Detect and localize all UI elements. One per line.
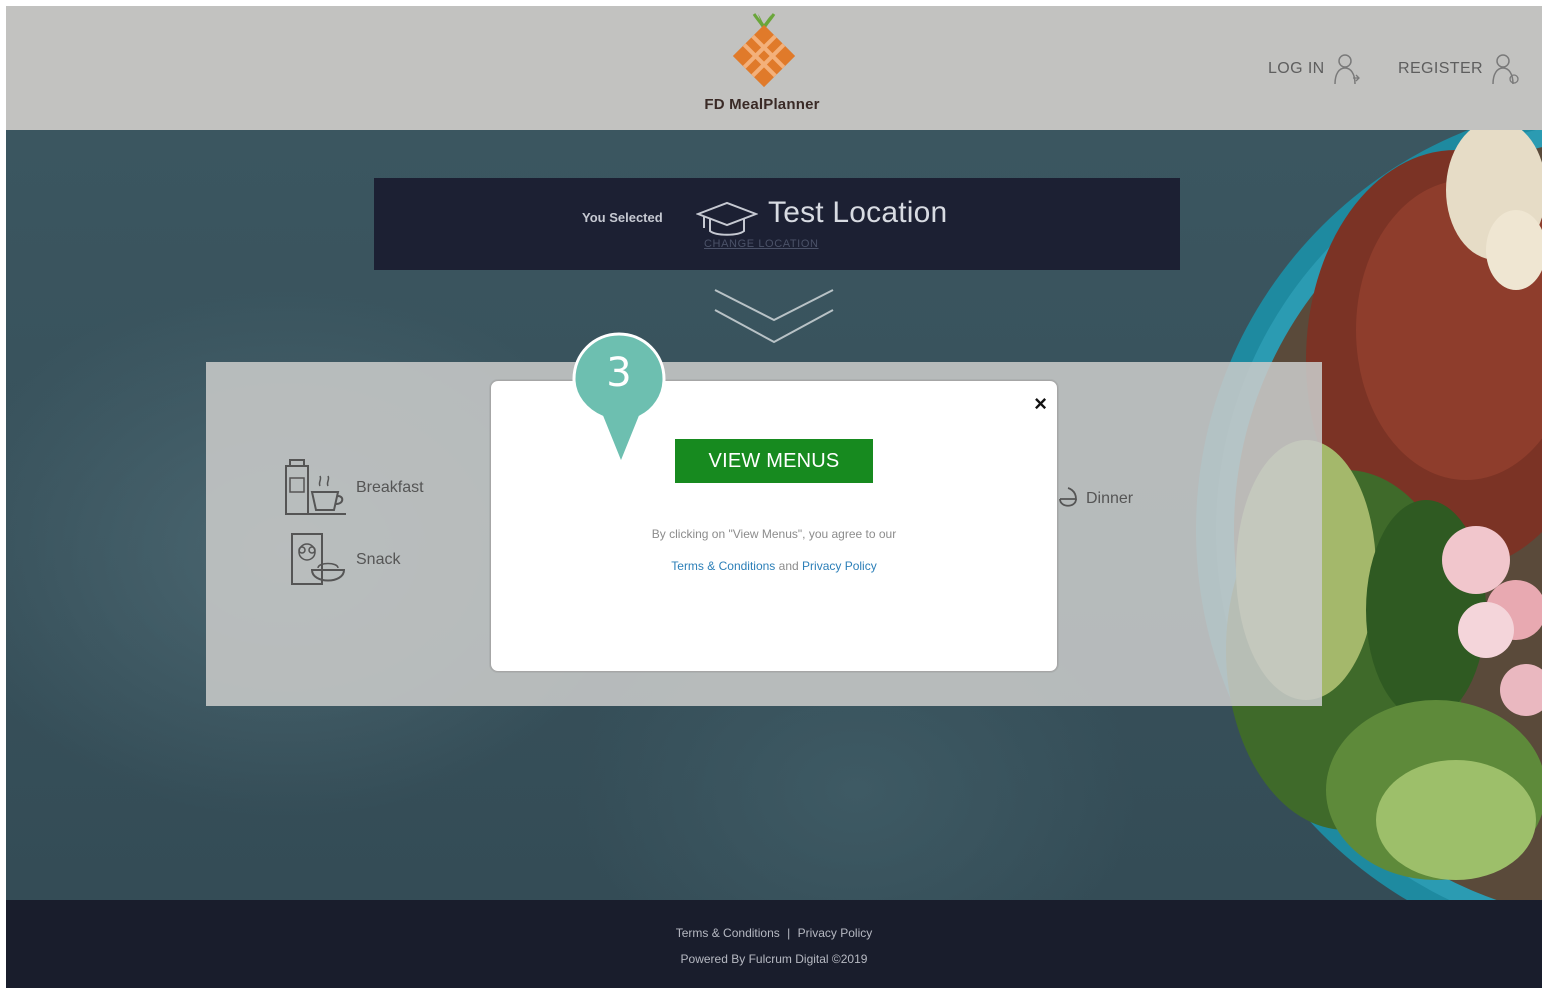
logo-icon xyxy=(732,13,796,88)
register-link[interactable]: REGISTER xyxy=(1398,52,1519,86)
modal-terms-link[interactable]: Terms & Conditions xyxy=(671,559,775,573)
dinner-icon xyxy=(1059,487,1077,507)
login-label: LOG IN xyxy=(1268,60,1325,77)
breakfast-icon xyxy=(285,459,346,515)
site-footer: Terms & Conditions | Privacy Policy Powe… xyxy=(6,900,1542,988)
change-location-link[interactable]: CHANGE LOCATION xyxy=(704,238,819,250)
location-name: Test Location xyxy=(768,196,948,229)
modal-privacy-link[interactable]: Privacy Policy xyxy=(802,559,877,573)
step-marker: 3 xyxy=(568,330,670,476)
agreement-text: By clicking on "View Menus", you agree t… xyxy=(651,527,897,541)
meal-label-breakfast: Breakfast xyxy=(356,479,424,496)
double-chevron-down-icon xyxy=(714,289,834,344)
footer-privacy-link[interactable]: Privacy Policy xyxy=(798,926,873,940)
footer-terms-link[interactable]: Terms & Conditions xyxy=(676,926,780,940)
view-menus-button[interactable]: VIEW MENUS xyxy=(675,439,873,483)
close-icon[interactable]: × xyxy=(1034,393,1047,415)
app-frame: FD MealPlanner LOG IN REGISTER You Selec… xyxy=(6,6,1542,988)
meal-option-snack[interactable]: Snack xyxy=(288,530,400,590)
location-bar: You Selected Test Location CHANGE LOCATI… xyxy=(374,178,1180,270)
brand-logo[interactable]: FD MealPlanner xyxy=(692,10,852,120)
graduation-cap-icon xyxy=(696,201,758,236)
footer-separator: | xyxy=(787,926,791,940)
meal-option-dinner[interactable]: Dinner xyxy=(1056,484,1133,514)
footer-links: Terms & Conditions | Privacy Policy xyxy=(6,926,1542,940)
meal-label-snack: Snack xyxy=(356,551,401,568)
login-user-icon xyxy=(1333,54,1360,85)
step-number: 3 xyxy=(606,350,632,396)
register-label: REGISTER xyxy=(1398,60,1483,77)
snack-icon xyxy=(291,533,346,585)
site-header: FD MealPlanner LOG IN REGISTER xyxy=(6,6,1542,130)
login-link[interactable]: LOG IN xyxy=(1268,52,1361,86)
agreement-links: Terms & Conditions and Privacy Policy xyxy=(491,559,1057,573)
register-user-icon xyxy=(1492,54,1519,85)
brand-name: FD MealPlanner xyxy=(704,96,820,113)
powered-by-text: Powered By Fulcrum Digital ©2019 xyxy=(680,952,868,966)
meal-option-breakfast[interactable]: Breakfast xyxy=(282,458,424,518)
meal-label-dinner: Dinner xyxy=(1086,490,1134,507)
you-selected-label: You Selected xyxy=(582,210,663,225)
and-text: and xyxy=(778,559,799,573)
